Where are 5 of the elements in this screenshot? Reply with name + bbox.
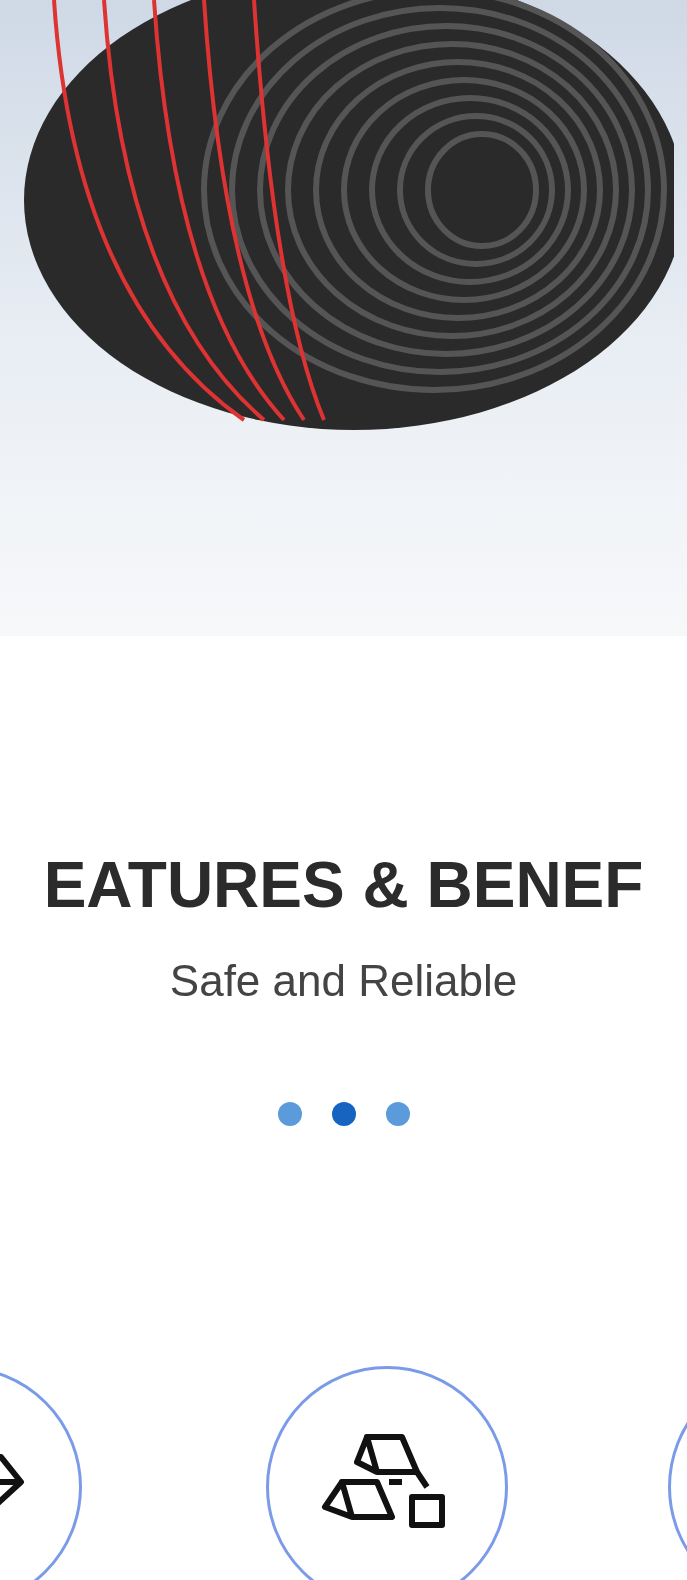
carousel-dot[interactable]: [331, 1102, 356, 1126]
carousel-dot[interactable]: [385, 1102, 410, 1126]
section-subtitle: Safe and Reliable: [168, 956, 519, 1006]
carousel-dot[interactable]: [277, 1102, 302, 1126]
section-heading: EATURES & BENEF: [42, 848, 645, 922]
